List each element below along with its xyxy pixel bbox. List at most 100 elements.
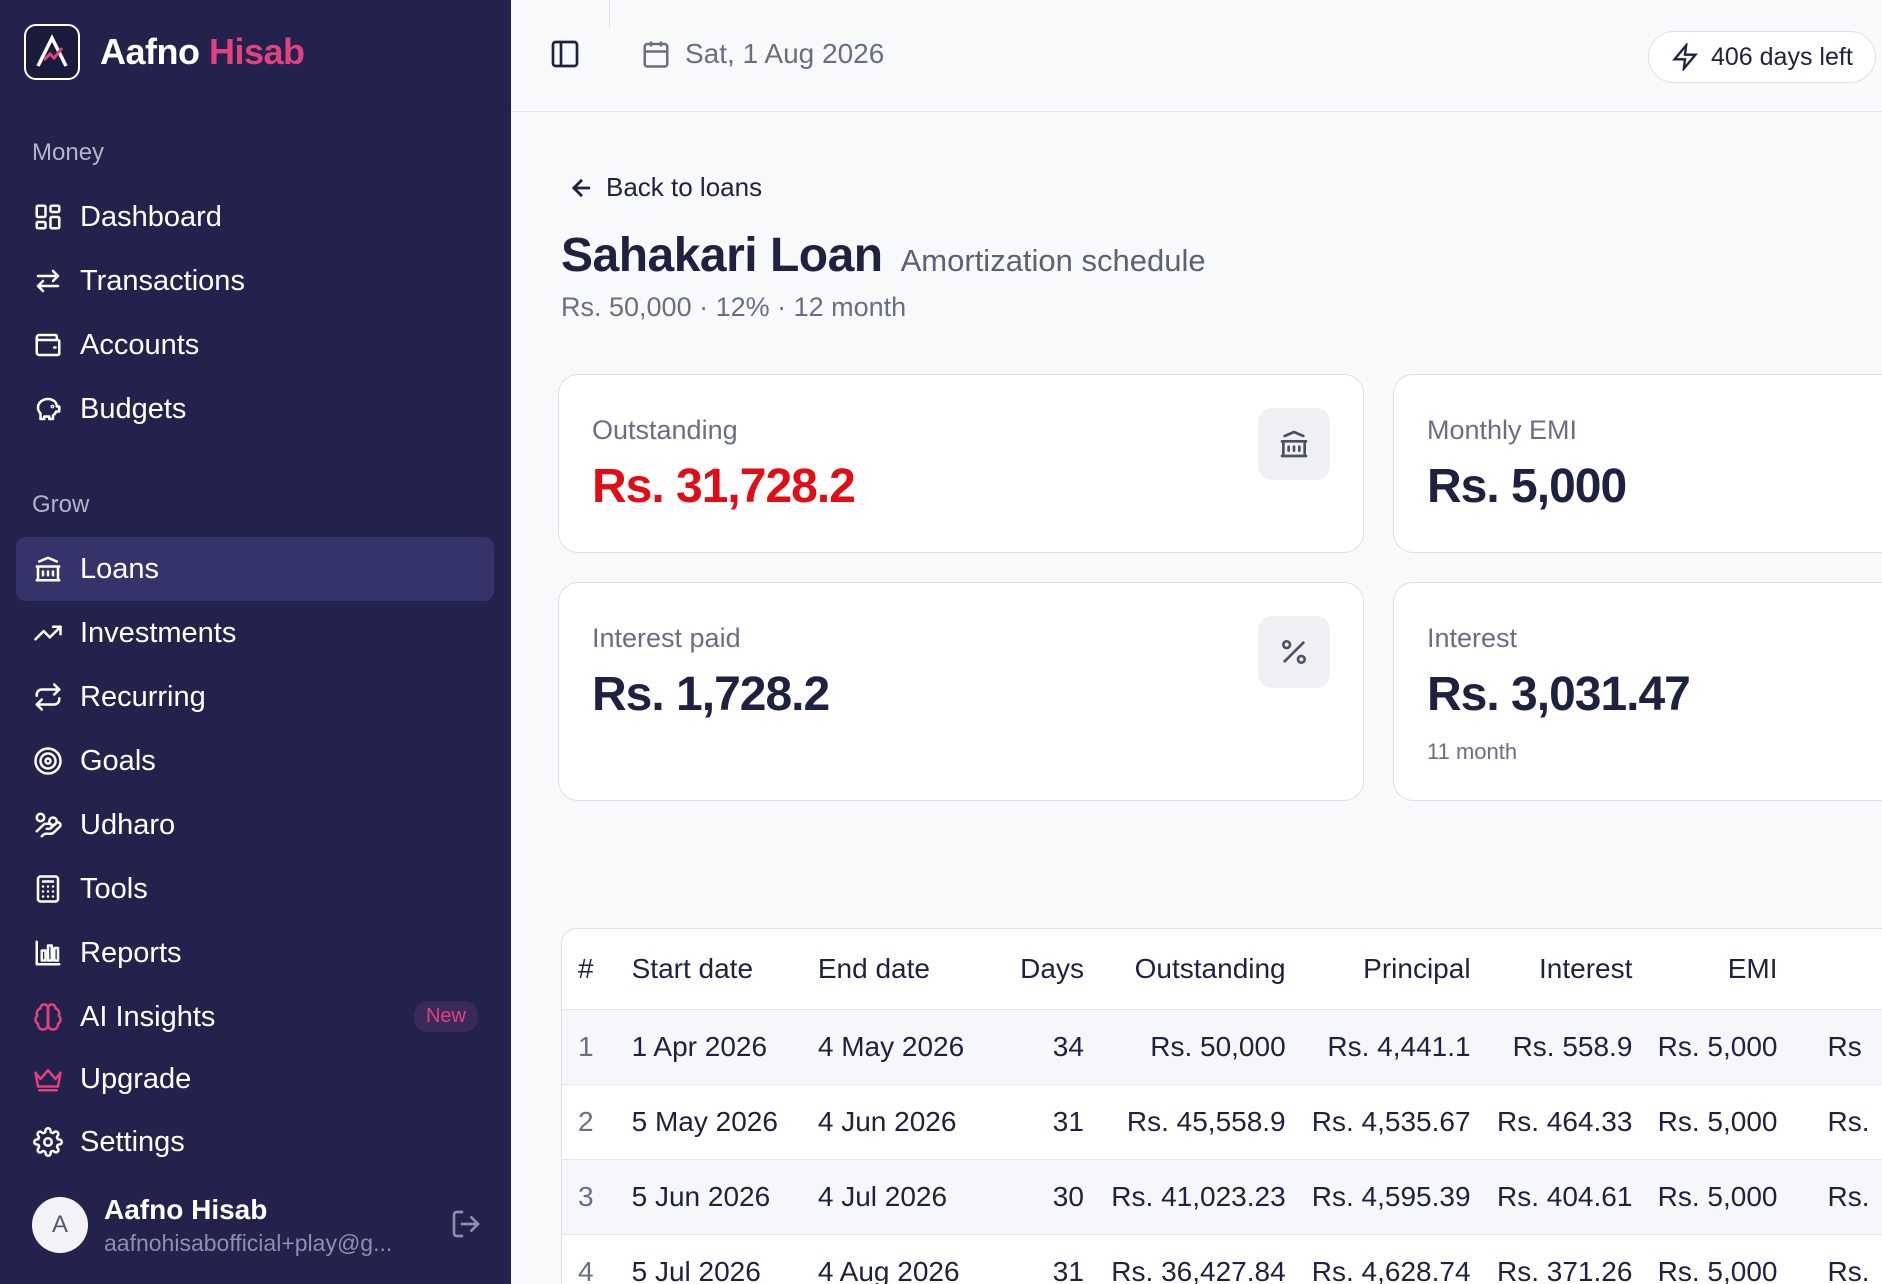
sidebar-item-label: Udharo (80, 808, 176, 841)
cell-end-date: 4 Jun 2026 (817, 1105, 957, 1137)
table-header-row: # Start date End date Days Outstanding P… (562, 929, 1882, 1009)
percent-icon (1258, 616, 1330, 688)
card-value: Rs. 31,728.2 (592, 460, 856, 513)
cell-principal: Rs. 4,628.74 (1311, 1255, 1471, 1284)
card-sub: 11 month (1427, 739, 1518, 764)
cell-start-date: 1 Apr 2026 (631, 1030, 768, 1062)
page-subtitle: Amortization schedule (900, 243, 1206, 278)
col-days: Days (1020, 952, 1084, 984)
cell-principal: Rs. 4,595.39 (1311, 1180, 1471, 1212)
col-outstanding: Outstanding (1134, 952, 1286, 984)
crown-icon (32, 1063, 64, 1095)
sidebar-item-udharo[interactable]: Udharo (16, 793, 494, 857)
cell-interest: Rs. 464.33 (1497, 1105, 1633, 1137)
sidebar-item-tools[interactable]: Tools (16, 857, 494, 921)
sidebar-item-dashboard[interactable]: Dashboard (16, 185, 494, 249)
cell-number: 2 (578, 1105, 594, 1137)
brand[interactable]: Aafno Hisab (24, 24, 305, 80)
sidebar-item-label: Budgets (80, 392, 187, 425)
col-interest: Interest (1539, 952, 1633, 984)
cell-days: 31 (1052, 1255, 1084, 1284)
bank-icon (1258, 408, 1330, 480)
new-badge: New (413, 1001, 478, 1032)
cell-end-date: 4 Aug 2026 (817, 1255, 960, 1284)
cell-number: 4 (578, 1255, 594, 1284)
logout-icon[interactable] (450, 1208, 482, 1245)
cell-days: 34 (1052, 1030, 1084, 1062)
sidebar-item-recurring[interactable]: Recurring (16, 665, 494, 729)
cell-number: 3 (578, 1180, 594, 1212)
loan-meta: Rs. 50,000 · 12% · 12 month (561, 292, 907, 322)
arrow-left-icon (571, 178, 591, 197)
sidebar-item-label: Transactions (80, 264, 245, 297)
col-extra (1778, 929, 1882, 1009)
sidebar-item-goals[interactable]: Goals (16, 729, 494, 793)
bank-icon (32, 553, 64, 585)
section-label-money: Money (32, 139, 105, 166)
cell-principal: Rs. 4,441.1 (1327, 1030, 1471, 1062)
col-start-date: Start date (631, 952, 754, 984)
cell-days: 31 (1052, 1105, 1084, 1137)
card-label: Interest paid (592, 623, 741, 653)
sidebar-toggle-icon[interactable] (549, 38, 581, 75)
card-value: Rs. 3,031.47 (1427, 668, 1691, 721)
calendar-icon (643, 41, 669, 68)
sidebar-item-label: Reports (80, 936, 182, 969)
cell-extra: Rs. (1827, 1105, 1870, 1137)
col-end-date: End date (817, 952, 930, 984)
brain-icon (32, 1001, 64, 1033)
user-name: Aafno Hisab (104, 1193, 268, 1225)
calculator-icon (32, 873, 64, 905)
interest-card: Interest Rs. 3,031.47 11 month (1393, 582, 1882, 801)
title-row: Sahakari Loan Amortization schedule (561, 228, 1206, 283)
wallet-icon (32, 329, 64, 361)
col-principal: Principal (1363, 952, 1471, 984)
current-date[interactable]: Sat, 1 Aug 2026 (641, 38, 884, 70)
cell-start-date: 5 May 2026 (631, 1105, 778, 1137)
sidebar-item-label: Tools (80, 872, 148, 905)
card-label: Interest (1427, 623, 1518, 653)
cell-extra: Rs. (1827, 1180, 1870, 1212)
sidebar-item-label: Upgrade (80, 1062, 192, 1095)
cell-emi: Rs. 5,000 (1657, 1180, 1778, 1212)
sidebar-item-upgrade[interactable]: Upgrade (16, 1047, 494, 1111)
monthly-emi-card: Monthly EMI Rs. 5,000 (1393, 374, 1882, 553)
table-row: 1 1 Apr 2026 4 May 2026 34 Rs. 50,000 Rs… (562, 1009, 1882, 1084)
sidebar-item-accounts[interactable]: Accounts (16, 313, 494, 377)
card-label: Monthly EMI (1427, 415, 1578, 445)
sidebar-item-investments[interactable]: Investments (16, 601, 494, 665)
user-profile[interactable]: A Aafno Hisab aafnohisabofficial+play@g.… (32, 1190, 482, 1260)
page-title: Sahakari Loan (561, 229, 883, 282)
cell-end-date: 4 May 2026 (817, 1030, 965, 1062)
days-left-label: 406 days left (1711, 42, 1853, 71)
cell-outstanding: Rs. 45,558.9 (1126, 1105, 1286, 1137)
days-left-pill[interactable]: 406 days left (1648, 31, 1876, 83)
outstanding-card: Outstanding Rs. 31,728.2 (558, 374, 1364, 553)
cell-end-date: 4 Jul 2026 (817, 1180, 948, 1212)
cell-principal: Rs. 4,535.67 (1311, 1105, 1471, 1137)
sidebar-item-transactions[interactable]: Transactions (16, 249, 494, 313)
dashboard-icon (32, 201, 64, 233)
gear-icon (32, 1126, 64, 1158)
cell-start-date: 5 Jul 2026 (631, 1255, 761, 1284)
sidebar-item-ai-insights[interactable]: AI Insights New (16, 985, 494, 1049)
sidebar-item-label: Loans (80, 552, 160, 585)
sidebar-item-label: Goals (80, 744, 156, 777)
sidebar-item-reports[interactable]: Reports (16, 921, 494, 985)
sidebar: Aafno Hisab Money Dashboard Transactions… (0, 0, 511, 1284)
cell-interest: Rs. 558.9 (1512, 1030, 1633, 1062)
sidebar-item-loans[interactable]: Loans (16, 537, 494, 601)
back-to-loans-link[interactable]: Back to loans (568, 172, 762, 203)
topbar: Sat, 1 Aug 2026 406 days left (511, 0, 1882, 112)
sidebar-item-label: AI Insights (80, 1000, 216, 1033)
sidebar-item-settings[interactable]: Settings (16, 1110, 494, 1174)
avatar: A (32, 1197, 88, 1253)
cell-start-date: 5 Jun 2026 (631, 1180, 771, 1212)
cell-outstanding: Rs. 36,427.84 (1111, 1255, 1286, 1284)
amortization-table: # Start date End date Days Outstanding P… (561, 928, 1882, 1284)
sidebar-item-budgets[interactable]: Budgets (16, 377, 494, 441)
sidebar-item-label: Investments (80, 616, 237, 649)
lightning-icon (1672, 43, 1698, 71)
cell-interest: Rs. 371.26 (1497, 1255, 1633, 1284)
sidebar-item-label: Recurring (80, 680, 206, 713)
